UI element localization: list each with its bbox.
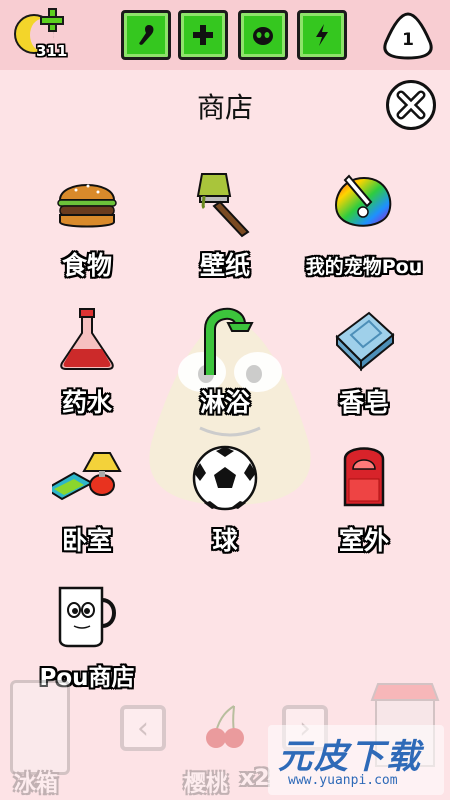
page-title: 商店 [196, 91, 253, 124]
level-badge[interactable]: 1 [380, 10, 436, 62]
paintbrush-icon [196, 173, 250, 238]
mug-icon [58, 586, 116, 648]
cherry-label: 樱桃 [184, 772, 229, 797]
shower-icon [204, 308, 254, 375]
watermark: 元皮下载 www.yuanpi.com [268, 725, 444, 795]
fun-icon [253, 27, 273, 45]
palette-icon [335, 174, 392, 227]
soap-icon [335, 311, 395, 372]
potion-flask-icon [60, 308, 114, 370]
shop-item-bedroom[interactable]: 卧室 [12, 443, 162, 573]
left-arrow-icon: ‹ [137, 711, 149, 746]
energy-icon [316, 24, 328, 46]
energy-status-button[interactable] [297, 10, 347, 60]
item-label: 壁纸 [199, 251, 250, 280]
level-number: 1 [402, 30, 414, 50]
health-icon [193, 25, 213, 45]
item-label: 香皂 [338, 388, 389, 417]
fridge-icon [10, 680, 70, 775]
shop-item-outdoor[interactable]: 室外 [289, 443, 439, 573]
burger-icon [57, 184, 117, 228]
cherry-icon [206, 705, 244, 748]
watermark-url: www.yuanpi.com [288, 773, 398, 788]
soccer-ball-icon [192, 445, 258, 511]
shop-item-potion[interactable]: 药水 [12, 305, 162, 435]
coin-count: 311 [36, 42, 68, 60]
item-label: 卧室 [61, 526, 112, 555]
coins-button[interactable]: 311 [12, 8, 76, 64]
close-icon [396, 90, 426, 120]
lamp-icon [52, 452, 122, 501]
top-bar: 311 1 [0, 0, 450, 70]
health-status-button[interactable] [178, 10, 228, 60]
item-label: 食物 [61, 251, 112, 280]
item-label: 我的宠物Pou [305, 256, 423, 278]
fridge-label: 冰箱 [14, 772, 59, 797]
shop-item-wallpaper[interactable]: 壁纸 [150, 168, 300, 298]
shop-item-soap[interactable]: 香皂 [289, 305, 439, 435]
shop-item-my-pou[interactable]: 我的宠物Pou [289, 168, 439, 298]
item-label: 球 [212, 526, 238, 555]
watermark-title: 元皮下载 [278, 737, 422, 777]
shop-item-ball[interactable]: 球 [150, 443, 300, 573]
cherry-count: x2 [240, 766, 270, 791]
shop-item-food[interactable]: 食物 [12, 168, 162, 298]
item-label: 药水 [61, 388, 112, 417]
shop-item-shower[interactable]: 淋浴 [150, 305, 300, 435]
close-button[interactable] [386, 80, 436, 130]
previous-arrow-button[interactable]: ‹ [120, 705, 166, 751]
add-coins-icon [40, 8, 64, 32]
item-label: 室外 [338, 526, 389, 555]
item-label: 淋浴 [199, 388, 250, 417]
food-icon [139, 25, 154, 45]
food-status-button[interactable] [121, 10, 171, 60]
fun-status-button[interactable] [238, 10, 288, 60]
door-icon [343, 447, 385, 507]
